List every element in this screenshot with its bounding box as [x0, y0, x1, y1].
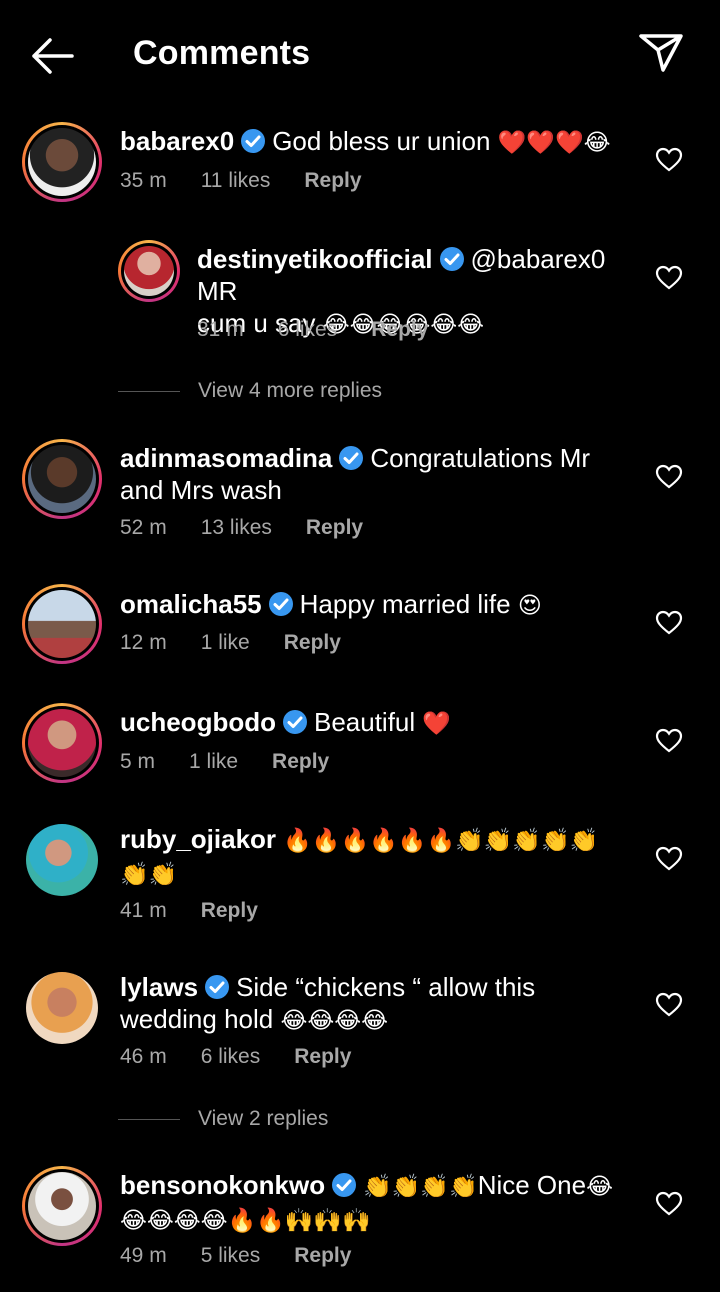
comment-username[interactable]: ruby_ojiakor — [120, 824, 276, 854]
verified-icon — [282, 710, 307, 734]
comment-text: Congratulations Mr — [370, 443, 591, 473]
heart-icon[interactable] — [655, 1191, 683, 1217]
reply-button[interactable]: Reply — [304, 169, 361, 192]
verified-icon — [439, 247, 464, 271]
heart-icon[interactable] — [655, 464, 683, 490]
comment-username[interactable]: adinmasomadina — [120, 443, 332, 473]
comment-username[interactable]: lylaws — [120, 972, 198, 1002]
heart-icon[interactable] — [655, 147, 683, 173]
comment-emoji: ❤️❤️❤️😂 — [497, 130, 611, 156]
verified-icon — [205, 975, 230, 999]
page-title: Comments — [133, 34, 311, 72]
verified-icon — [268, 592, 293, 616]
heart-icon[interactable] — [655, 992, 683, 1018]
comment-time: 31 m — [197, 318, 244, 341]
reply-button[interactable]: Reply — [371, 318, 428, 341]
avatar[interactable] — [22, 584, 102, 664]
send-icon[interactable] — [638, 32, 684, 74]
comment-time: 41 m — [120, 899, 167, 922]
comment-username[interactable]: destinyetikoofficial — [197, 244, 433, 274]
verified-icon — [332, 1173, 357, 1197]
comment-emoji: 😂😂😂😂 — [280, 1008, 388, 1034]
comment-text: Happy married life — [299, 589, 511, 619]
avatar-image — [28, 590, 96, 658]
comment-time: 52 m — [120, 516, 167, 539]
avatar[interactable] — [118, 240, 180, 302]
comment-username[interactable]: ucheogbodo — [120, 707, 276, 737]
comment-time: 49 m — [120, 1244, 167, 1267]
comment-username[interactable]: babarex0 — [120, 126, 234, 156]
reply-button[interactable]: Reply — [294, 1045, 351, 1068]
comment-username[interactable]: omalicha55 — [120, 589, 262, 619]
comment-likes[interactable]: 1 like — [201, 631, 250, 654]
avatar-image — [26, 972, 98, 1044]
view-more-replies[interactable]: View 4 more replies — [118, 379, 382, 403]
avatar[interactable] — [22, 122, 102, 202]
avatar[interactable] — [22, 703, 102, 783]
comment-likes[interactable]: 1 like — [189, 750, 238, 773]
reply-button[interactable]: Reply — [294, 1244, 351, 1267]
comment-emoji: 😍 — [517, 593, 542, 619]
avatar-image — [124, 246, 174, 296]
verified-icon — [339, 446, 364, 470]
comment-username[interactable]: bensonokonkwo — [120, 1170, 325, 1200]
comment-text: Side “chickens “ allow this — [236, 972, 536, 1002]
view-more-replies-label: View 4 more replies — [198, 379, 383, 402]
comment-time: 5 m — [120, 750, 156, 773]
back-arrow-icon[interactable] — [28, 36, 76, 76]
avatar[interactable] — [22, 968, 102, 1048]
verified-icon — [241, 129, 266, 153]
avatar-image — [28, 128, 96, 196]
comment-text: God bless ur union — [272, 126, 491, 156]
comment-time: 46 m — [120, 1045, 167, 1068]
header-bar: Comments — [0, 0, 720, 110]
heart-icon[interactable] — [655, 265, 683, 291]
avatar[interactable] — [22, 439, 102, 519]
view-replies-label: View 2 replies — [198, 1107, 329, 1130]
avatar[interactable] — [22, 1166, 102, 1246]
avatar[interactable] — [22, 820, 102, 900]
comment-likes[interactable]: 6 likes — [201, 1045, 261, 1068]
heart-icon[interactable] — [655, 728, 683, 754]
comment-emoji: 👏👏👏👏 — [363, 1174, 478, 1200]
comment-emoji-line2: 😂😂😂😂🔥🔥🙌🙌🙌 — [120, 1208, 371, 1234]
heart-icon[interactable] — [655, 610, 683, 636]
avatar-image — [26, 824, 98, 896]
comment-likes[interactable]: 11 likes — [201, 169, 271, 192]
comment-likes[interactable]: 5 likes — [201, 1244, 261, 1267]
comment-time: 35 m — [120, 169, 167, 192]
view-replies[interactable]: View 2 replies — [118, 1107, 328, 1131]
comment-text-line2: wedding hold — [120, 1004, 274, 1034]
comment-time: 12 m — [120, 631, 167, 654]
comment-emoji: ❤️ — [422, 711, 452, 737]
comment-text: Nice One — [477, 1170, 587, 1200]
comment-likes[interactable]: 13 likes — [201, 516, 272, 539]
divider-line — [118, 1118, 180, 1120]
divider-line — [118, 390, 180, 392]
heart-icon[interactable] — [655, 846, 683, 872]
avatar-image — [28, 709, 96, 777]
comment-text: Beautiful — [313, 707, 416, 737]
reply-button[interactable]: Reply — [284, 631, 341, 654]
reply-button[interactable]: Reply — [306, 516, 363, 539]
comment-emoji-line2: 👏👏 — [120, 862, 178, 888]
comment-text-line2: and Mrs wash — [120, 475, 282, 505]
reply-button[interactable]: Reply — [272, 750, 329, 773]
comment-emoji: 🔥🔥🔥🔥🔥🔥👏👏👏👏👏 — [283, 828, 599, 854]
reply-button[interactable]: Reply — [201, 899, 258, 922]
comment-likes[interactable]: 6 likes — [278, 318, 338, 341]
avatar-image — [28, 1172, 96, 1240]
avatar-image — [28, 445, 96, 513]
comment-emoji-after: 😂 — [586, 1174, 613, 1200]
